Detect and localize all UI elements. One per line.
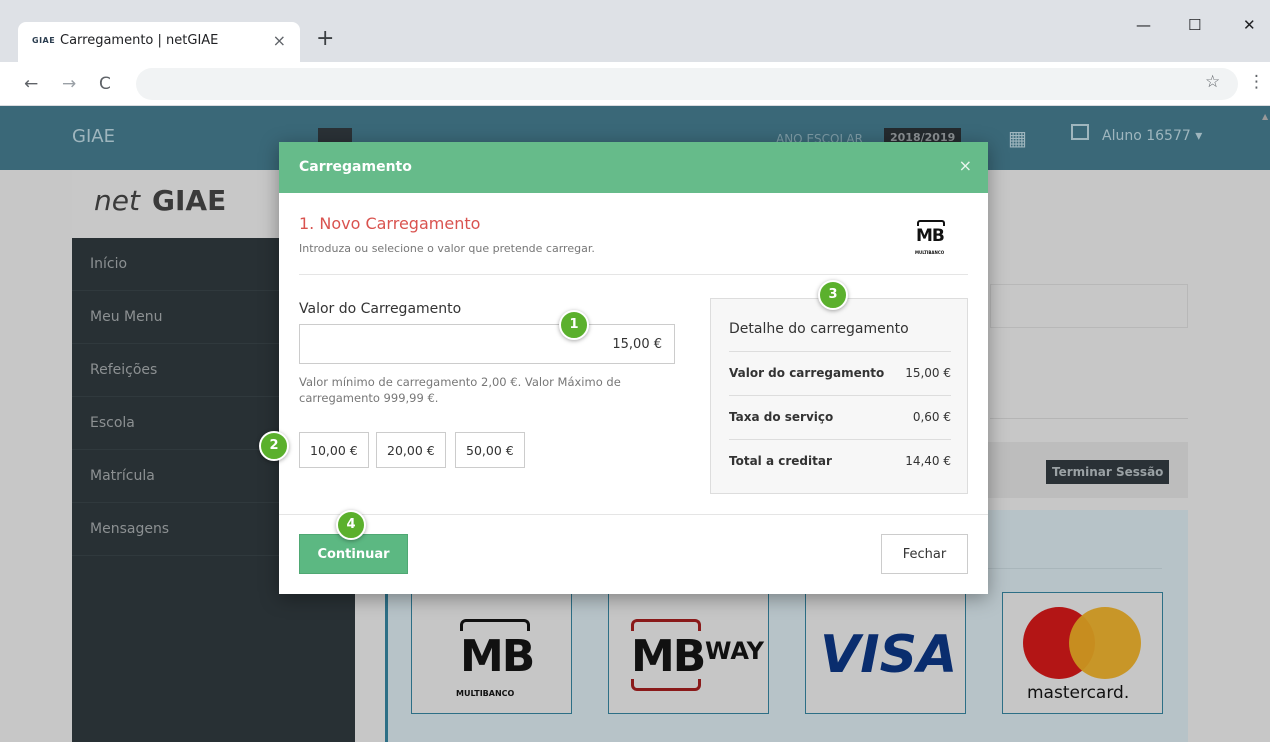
step-subtitle: Introduza ou selecione o valor que prete… — [299, 242, 595, 255]
mbway-logo-way: WAY — [705, 637, 765, 665]
amount-hint: Valor mínimo de carregamento 2,00 €. Val… — [299, 375, 621, 405]
detail-row-valor: Valor do carregamento 15,00 € — [729, 351, 951, 395]
minimize-icon[interactable]: — — [1136, 16, 1151, 34]
tab-close-icon[interactable]: × — [273, 31, 286, 50]
content-divider — [990, 418, 1188, 419]
mb-small-sub: MULTIBANCO — [915, 250, 945, 255]
tab-title: Carregamento | netGIAE — [60, 33, 219, 48]
callout-badge-1: 1 — [559, 310, 589, 340]
apps-grid-icon[interactable]: ▦ — [1008, 126, 1027, 150]
modal-close-icon[interactable]: × — [959, 156, 972, 175]
modal-header: Carregamento × — [279, 142, 988, 193]
scroll-up-icon[interactable]: ▲ — [1262, 112, 1268, 121]
content-panel — [990, 284, 1188, 328]
browser-menu-icon[interactable]: ⋮ — [1248, 72, 1265, 92]
brand-label[interactable]: GIAE — [72, 126, 115, 147]
detail-key: Valor do carregamento — [729, 366, 885, 380]
mbway-logo-bar-top — [631, 619, 701, 631]
mb-logo-text: MB — [460, 631, 535, 682]
multibanco-logo: MB MULTIBANCO — [915, 218, 947, 258]
mb-small-text: MB — [916, 226, 945, 246]
address-bar[interactable] — [136, 68, 1238, 100]
modal-title: Carregamento — [299, 159, 412, 175]
detail-value: 14,40 € — [905, 454, 951, 468]
payment-card-multibanco[interactable]: MB MULTIBANCO — [411, 592, 572, 714]
mastercard-yellow-circle — [1069, 607, 1141, 679]
detail-value: 15,00 € — [905, 366, 951, 380]
payment-card-visa[interactable]: VISA — [805, 592, 966, 714]
payment-card-mastercard[interactable]: mastercard. — [1002, 592, 1163, 714]
window-close-icon[interactable]: ✕ — [1243, 16, 1256, 34]
new-tab-icon[interactable]: + — [316, 26, 334, 51]
preset-50-button[interactable]: 50,00 € — [455, 432, 525, 468]
bookmark-star-icon[interactable]: ☆ — [1205, 72, 1220, 92]
amount-input[interactable] — [299, 324, 675, 364]
detail-panel: Detalhe do carregamento Valor do carrega… — [710, 298, 968, 494]
detail-key: Total a creditar — [729, 454, 832, 468]
continue-button[interactable]: Continuar — [299, 534, 408, 574]
mb-logo-bar — [460, 619, 530, 631]
close-button[interactable]: Fechar — [881, 534, 968, 574]
browser-tabstrip: GIAE Carregamento | netGIAE × + — ☐ ✕ — [0, 0, 1270, 62]
browser-tab[interactable]: GIAE Carregamento | netGIAE × — [18, 22, 300, 62]
callout-badge-2: 2 — [259, 431, 289, 461]
detail-row-taxa: Taxa do serviço 0,60 € — [729, 395, 951, 439]
callout-badge-3: 3 — [818, 280, 848, 310]
user-menu[interactable]: Aluno 16577 ▾ — [1102, 128, 1202, 144]
amount-label: Valor do Carregamento — [299, 301, 462, 317]
payment-divider — [980, 568, 1162, 569]
callout-badge-4: 4 — [336, 510, 366, 540]
user-avatar-icon — [1071, 124, 1089, 140]
preset-10-button[interactable]: 10,00 € — [299, 432, 369, 468]
carregamento-modal: Carregamento × 1. Novo Carregamento Intr… — [279, 142, 988, 594]
forward-icon[interactable]: → — [62, 74, 76, 94]
logo-giae-text: GIAE — [152, 184, 227, 217]
logout-button[interactable]: Terminar Sessão — [1046, 460, 1170, 484]
step-title: 1. Novo Carregamento — [299, 214, 481, 233]
preset-20-button[interactable]: 20,00 € — [376, 432, 446, 468]
mastercard-logo-text: mastercard. — [1027, 683, 1130, 703]
detail-row-total: Total a creditar 14,40 € — [729, 439, 951, 483]
modal-divider-bottom — [279, 514, 988, 515]
maximize-icon[interactable]: ☐ — [1188, 16, 1201, 34]
detail-title: Detalhe do carregamento — [729, 321, 909, 337]
tab-favicon: GIAE — [32, 36, 56, 45]
back-icon[interactable]: ← — [24, 74, 38, 94]
mbway-logo-bar-bottom — [631, 679, 701, 691]
visa-logo-text: VISA — [820, 625, 958, 685]
detail-value: 0,60 € — [912, 410, 951, 424]
detail-key: Taxa do serviço — [729, 410, 834, 424]
reload-icon[interactable]: C — [99, 74, 111, 94]
payment-card-mbway[interactable]: MB WAY — [608, 592, 769, 714]
logo-net-text: net — [94, 184, 140, 217]
browser-toolbar: ← → C ☆ ⋮ — [0, 62, 1270, 106]
mbway-logo-mb: MB — [631, 631, 706, 682]
modal-divider-top — [299, 274, 968, 275]
mb-logo-sub: MULTIBANCO — [456, 689, 515, 698]
